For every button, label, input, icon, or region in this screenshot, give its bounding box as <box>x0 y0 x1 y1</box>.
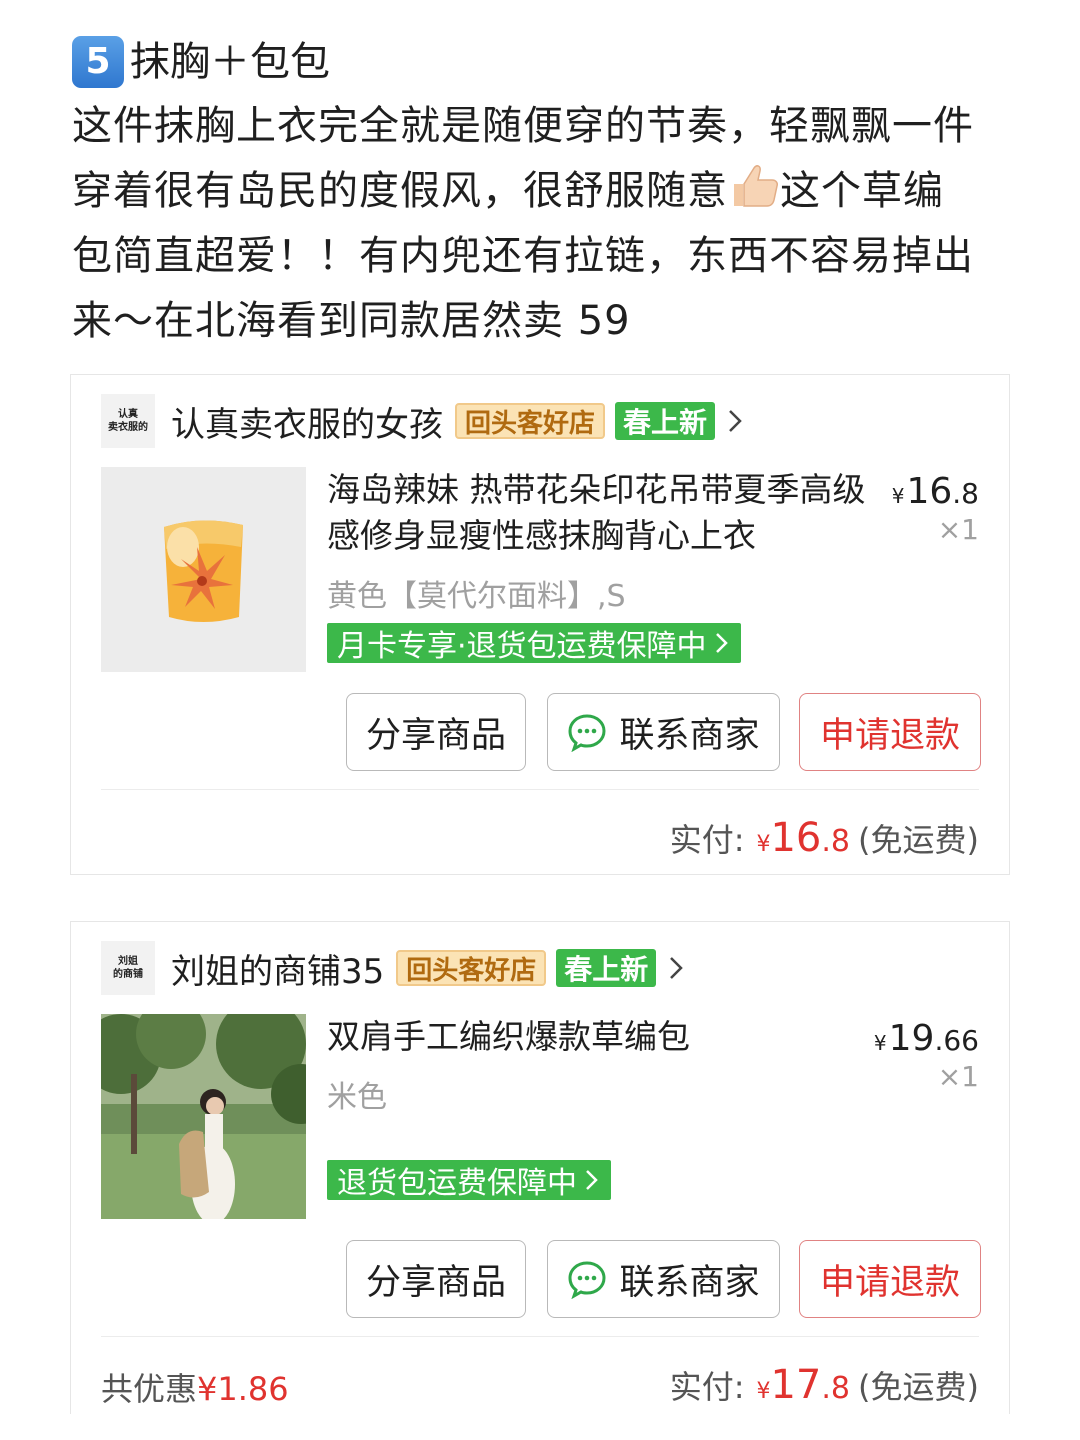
product-title[interactable]: 海岛辣妹 热带花朵印花吊带夏季高级感修身显瘦性感抹胸背心上衣 <box>327 467 887 559</box>
divider <box>101 1336 979 1337</box>
spring-new-badge: 春上新 <box>615 402 716 440</box>
chevron-right-icon <box>715 633 728 653</box>
post-body-line: 包简直超爱！！有内兜还有拉链，东西不容易掉出 <box>72 233 974 279</box>
number-badge: 5 <box>72 36 124 88</box>
shop-row[interactable]: 认真 卖衣服的 认真卖衣服的女孩 回头客好店 春上新 <box>101 393 755 449</box>
post-body-line: 这件抹胸上衣完全就是随便穿的节奏，轻飘飘一件 <box>72 103 974 149</box>
product-spec: 黄色【莫代尔面料】,S <box>327 579 626 614</box>
product-title[interactable]: 双肩手工编织爆款草编包 <box>327 1014 887 1060</box>
chevron-right-icon[interactable] <box>668 948 696 988</box>
chevron-right-icon <box>586 1170 598 1190</box>
guarantee-banner[interactable]: 月卡专享·退货包运费保障中 <box>327 623 741 664</box>
tube-top-image <box>101 467 306 672</box>
unit-price: ¥19.66 <box>873 1018 979 1059</box>
chevron-right-icon[interactable] <box>727 401 755 441</box>
share-product-button[interactable]: 分享商品 <box>346 1240 526 1318</box>
quantity: ×1 <box>937 1060 979 1093</box>
unit-price: ¥16.8 <box>891 471 979 512</box>
request-refund-button[interactable]: 申请退款 <box>799 1240 981 1318</box>
amount-paid: 实付: ¥ 17 .8 (免运费) <box>669 1362 979 1408</box>
order-card: 刘姐 的商铺 刘姐的商铺35 回头客好店 春上新 双肩手工编织爆款草编包 ¥19… <box>70 921 1010 1414</box>
product-image[interactable] <box>101 1014 306 1219</box>
post-title: 抹胸＋包包 <box>130 39 330 85</box>
contact-seller-button[interactable]: 联系商家 <box>547 1240 780 1318</box>
shop-row[interactable]: 刘姐 的商铺 刘姐的商铺35 回头客好店 春上新 <box>101 940 696 996</box>
shop-logo[interactable]: 认真 卖衣服的 <box>101 394 155 448</box>
chat-icon <box>568 1261 606 1299</box>
chat-icon <box>568 714 606 752</box>
quantity: ×1 <box>937 513 979 546</box>
amount-paid: 实付: ¥ 16 .8 (免运费) <box>669 815 979 861</box>
contact-seller-button[interactable]: 联系商家 <box>547 693 780 771</box>
shop-name[interactable]: 刘姐的商铺35 <box>171 944 384 993</box>
shop-logo[interactable]: 刘姐 的商铺 <box>101 941 155 995</box>
product-image[interactable] <box>101 467 306 672</box>
post-body: 这件抹胸上衣完全就是随便穿的节奏，轻飘飘一件 穿着很有岛民的度假风，很舒服随意 … <box>72 94 1022 354</box>
repeat-customer-badge: 回头客好店 <box>396 950 547 986</box>
request-refund-button[interactable]: 申请退款 <box>799 693 981 771</box>
guarantee-banner[interactable]: 退货包运费保障中 <box>327 1160 611 1201</box>
product-spec: 米色 <box>327 1080 387 1115</box>
shop-name[interactable]: 认真卖衣服的女孩 <box>171 397 443 446</box>
straw-bag-photo <box>101 1014 306 1219</box>
post-content: 5 抹胸＋包包 这件抹胸上衣完全就是随便穿的节奏，轻飘飘一件 穿着很有岛民的度假… <box>72 30 1022 354</box>
post-title-row: 5 抹胸＋包包 <box>72 30 1022 94</box>
share-product-button[interactable]: 分享商品 <box>346 693 526 771</box>
repeat-customer-badge: 回头客好店 <box>455 403 606 439</box>
divider <box>101 789 979 790</box>
spring-new-badge: 春上新 <box>556 949 657 987</box>
order-card: 认真 卖衣服的 认真卖衣服的女孩 回头客好店 春上新 海岛辣妹 热带花朵印花吊带… <box>70 374 1010 875</box>
post-body-line: 穿着很有岛民的度假风，很舒服随意 这个草编 <box>72 159 1022 224</box>
thumbs-up-icon <box>734 165 778 207</box>
post-body-line: 来～在北海看到同款居然卖 59 <box>72 298 631 344</box>
total-discount: 共优惠¥1.86 <box>101 1370 289 1408</box>
